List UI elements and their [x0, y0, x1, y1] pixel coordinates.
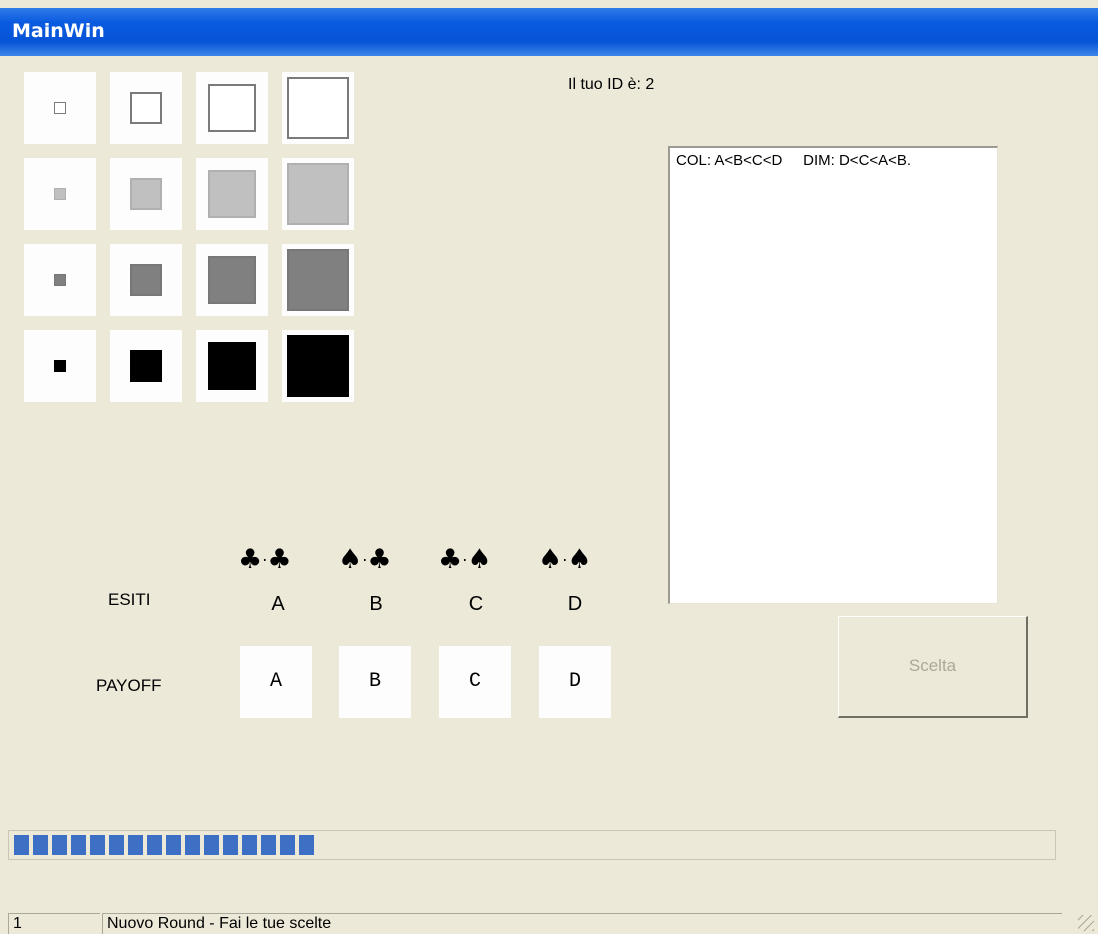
progress-fill: [14, 835, 314, 855]
symbol-cell: [110, 330, 182, 402]
esiti-label: ESITI: [108, 590, 151, 609]
square-symbol-icon: [208, 342, 256, 390]
square-symbol-icon: [54, 188, 66, 200]
scelta-button[interactable]: Scelta: [838, 616, 1028, 718]
symbol-cell: [24, 244, 96, 316]
symbol-cell: [196, 244, 268, 316]
spade-icon: ♠: [338, 544, 363, 575]
spade-icon: ♠: [567, 544, 592, 575]
symbol-cell: [196, 72, 268, 144]
symbol-cell: [282, 330, 354, 402]
symbol-cell: [110, 244, 182, 316]
club-icon: ♣: [238, 544, 263, 575]
club-icon: ♣: [367, 544, 392, 575]
square-symbol-icon: [208, 256, 256, 304]
square-symbol-icon: [287, 249, 349, 311]
square-symbol-icon: [287, 77, 349, 139]
round-progress-bar: [8, 830, 1056, 860]
status-message: Nuovo Round - Fai le tue scelte: [102, 913, 1062, 934]
symbol-cell: [282, 72, 354, 144]
club-icon: ♣: [438, 544, 463, 575]
spade-icon: ♠: [538, 544, 563, 575]
title-bar[interactable]: MainWin: [0, 8, 1098, 56]
payoff-cell-c[interactable]: C: [439, 646, 511, 718]
outcome-a-suits: ♣·♣: [238, 544, 292, 575]
square-symbol-icon: [130, 350, 162, 382]
symbol-cell: [196, 330, 268, 402]
outcome-c-suits: ♣·♠: [438, 544, 492, 575]
square-symbol-icon: [208, 170, 256, 218]
square-symbol-icon: [54, 274, 66, 286]
symbol-cell: [282, 158, 354, 230]
square-symbol-icon: [287, 335, 349, 397]
symbol-cell: [24, 330, 96, 402]
symbol-cell: [24, 158, 96, 230]
payoff-label: PAYOFF: [96, 676, 162, 695]
outcome-b-suits: ♠·♣: [338, 544, 392, 575]
square-symbol-icon: [130, 92, 162, 124]
window-title: MainWin: [12, 20, 105, 42]
outcome-letter-d: D: [567, 593, 583, 615]
square-symbol-icon: [208, 84, 256, 132]
outcome-d-suits: ♠·♠: [538, 544, 592, 575]
payoff-cell-a[interactable]: A: [240, 646, 312, 718]
outcome-letter-b: B: [369, 593, 383, 615]
resize-grip-icon[interactable]: [1078, 915, 1094, 931]
symbol-cell: [110, 72, 182, 144]
list-item: COL: A<B<C<D DIM: D<C<A<B.: [676, 152, 912, 169]
status-bar: 1 Nuovo Round - Fai le tue scelte: [0, 910, 1098, 934]
symbol-cell: [282, 244, 354, 316]
club-icon: ♣: [267, 544, 292, 575]
outcome-letter-a: A: [271, 593, 285, 615]
square-symbol-icon: [287, 163, 349, 225]
outcomes-listbox[interactable]: COL: A<B<C<D DIM: D<C<A<B.: [668, 146, 998, 604]
payoff-cell-d[interactable]: D: [539, 646, 611, 718]
symbol-cell: [110, 158, 182, 230]
status-round: 1: [8, 913, 100, 934]
square-symbol-icon: [130, 178, 162, 210]
symbol-cell: [196, 158, 268, 230]
symbol-cell: [24, 72, 96, 144]
spade-icon: ♠: [467, 544, 492, 575]
outcome-letter-c: C: [468, 593, 484, 615]
square-symbol-icon: [54, 102, 66, 114]
square-symbol-icon: [130, 264, 162, 296]
square-symbol-icon: [54, 360, 66, 372]
payoff-cell-b[interactable]: B: [339, 646, 411, 718]
player-id-label: Il tuo ID è: 2: [568, 76, 655, 93]
